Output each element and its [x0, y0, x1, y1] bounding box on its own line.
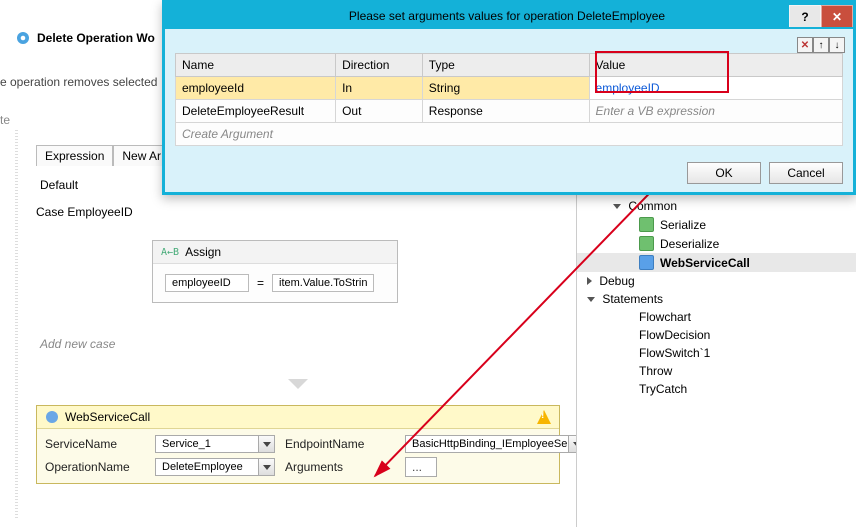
- help-button[interactable]: ?: [789, 5, 821, 27]
- deserialize-icon: [639, 236, 654, 251]
- default-label: Default: [40, 178, 78, 192]
- cell-name[interactable]: employeeId: [176, 77, 336, 100]
- toolbox-item-flowswitch[interactable]: FlowSwitch`1: [577, 344, 856, 362]
- move-up-button[interactable]: ↑: [813, 37, 829, 53]
- arguments-table[interactable]: Name Direction Type Value employeeId In …: [175, 53, 843, 146]
- assign-icon: A←B: [161, 247, 179, 258]
- toolbox-label: Serialize: [660, 218, 706, 232]
- toolbox-label: TryCatch: [639, 382, 687, 396]
- assign-activity[interactable]: A←B Assign employeeID = item.Value.ToStr…: [152, 240, 398, 303]
- cell-type[interactable]: Response: [422, 100, 589, 123]
- endpointname-value: BasicHttpBinding_IEmployeeService: [406, 436, 568, 452]
- col-value[interactable]: Value: [589, 54, 842, 77]
- wsc-title: WebServiceCall: [65, 410, 150, 424]
- page-desc: e operation removes selected: [0, 75, 157, 89]
- assign-title: Assign: [185, 245, 221, 259]
- serialize-icon: [639, 217, 654, 232]
- wsc-icon: [639, 255, 654, 270]
- toolbox-item-flowdecision[interactable]: FlowDecision: [577, 326, 856, 344]
- collapse-icon: [587, 277, 592, 285]
- col-type[interactable]: Type: [422, 54, 589, 77]
- endpointname-combo[interactable]: BasicHttpBinding_IEmployeeService: [405, 435, 585, 453]
- cell-name[interactable]: DeleteEmployeeResult: [176, 100, 336, 123]
- arguments-button[interactable]: ...: [405, 457, 437, 477]
- operationname-combo[interactable]: DeleteEmployee: [155, 458, 275, 476]
- cell-type[interactable]: String: [422, 77, 589, 100]
- webservicecall-activity[interactable]: WebServiceCall ServiceName Service_1 End…: [36, 405, 560, 484]
- page-hint: te: [0, 113, 10, 127]
- arg-row-employeeid[interactable]: employeeId In String: [176, 77, 843, 100]
- cell-direction[interactable]: Out: [336, 100, 423, 123]
- dialog-title-bar[interactable]: Please set arguments values for operatio…: [165, 3, 853, 29]
- toolbox-item-trycatch[interactable]: TryCatch: [577, 380, 856, 398]
- arguments-label: Arguments: [285, 460, 395, 474]
- operationname-value: DeleteEmployee: [156, 459, 258, 475]
- workflow-icon: [15, 30, 31, 46]
- col-name[interactable]: Name: [176, 54, 336, 77]
- toolbox-label: Flowchart: [639, 310, 691, 324]
- servicename-label: ServiceName: [45, 437, 145, 451]
- tab-expression[interactable]: Expression: [36, 145, 113, 166]
- operationname-label: OperationName: [45, 460, 145, 474]
- mini-toolbar: ✕ ↑ ↓: [797, 37, 845, 53]
- toolbox-label: FlowSwitch`1: [639, 346, 710, 360]
- expand-icon: [587, 297, 595, 302]
- cell-direction[interactable]: In: [336, 77, 423, 100]
- page-title: Delete Operation Wo: [37, 31, 155, 45]
- close-button[interactable]: ✕: [821, 5, 853, 27]
- cell-value[interactable]: [589, 77, 842, 100]
- chevron-down-icon: [285, 376, 311, 392]
- cell-value-placeholder[interactable]: Enter a VB expression: [589, 100, 842, 123]
- cancel-button[interactable]: Cancel: [769, 162, 843, 184]
- expand-icon: [613, 204, 621, 209]
- case-label[interactable]: Case EmployeeID: [36, 205, 133, 219]
- move-down-button[interactable]: ↓: [829, 37, 845, 53]
- toolbox-label: FlowDecision: [639, 328, 710, 342]
- arguments-button-label: ...: [406, 458, 428, 476]
- endpointname-label: EndpointName: [285, 437, 395, 451]
- assign-value-field[interactable]: item.Value.ToStrin: [272, 274, 374, 292]
- assign-to-field[interactable]: employeeID: [165, 274, 249, 292]
- toolbox-label: Throw: [639, 364, 672, 378]
- delete-arg-button[interactable]: ✕: [797, 37, 813, 53]
- servicename-value: Service_1: [156, 436, 258, 452]
- warning-icon: [537, 410, 551, 424]
- toolbox-item-flowchart[interactable]: Flowchart: [577, 308, 856, 326]
- toolbox-group-common[interactable]: Common: [577, 197, 856, 215]
- servicename-combo[interactable]: Service_1: [155, 435, 275, 453]
- toolbox-label: WebServiceCall: [660, 256, 750, 270]
- set-arguments-dialog: Please set arguments values for operatio…: [162, 0, 856, 195]
- equals-sign: =: [257, 276, 264, 290]
- arg-row-result[interactable]: DeleteEmployeeResult Out Response Enter …: [176, 100, 843, 123]
- value-input[interactable]: [590, 77, 842, 99]
- create-argument-row[interactable]: Create Argument: [176, 123, 843, 146]
- toolbox-label: Common: [628, 199, 677, 213]
- switch-tabs: Expression New Ar: [36, 145, 170, 166]
- toolbox-label: Statements: [602, 292, 663, 306]
- toolbox-label: Debug: [599, 274, 634, 288]
- toolbox-group-statements[interactable]: Statements: [577, 290, 856, 308]
- toolbox-item-throw[interactable]: Throw: [577, 362, 856, 380]
- operationname-dropdown-btn[interactable]: [258, 459, 274, 475]
- activity-border: [15, 130, 18, 520]
- servicename-dropdown-btn[interactable]: [258, 436, 274, 452]
- col-direction[interactable]: Direction: [336, 54, 423, 77]
- wsc-icon: [45, 410, 59, 424]
- ok-button[interactable]: OK: [687, 162, 761, 184]
- toolbox-item-webservicecall[interactable]: WebServiceCall: [577, 253, 856, 272]
- dialog-title: Please set arguments values for operatio…: [225, 9, 789, 23]
- toolbox-label: Deserialize: [660, 237, 719, 251]
- toolbox-item-deserialize[interactable]: Deserialize: [577, 234, 856, 253]
- toolbox-item-serialize[interactable]: Serialize: [577, 215, 856, 234]
- add-case-hint[interactable]: Add new case: [40, 337, 115, 351]
- toolbox-group-debug[interactable]: Debug: [577, 272, 856, 290]
